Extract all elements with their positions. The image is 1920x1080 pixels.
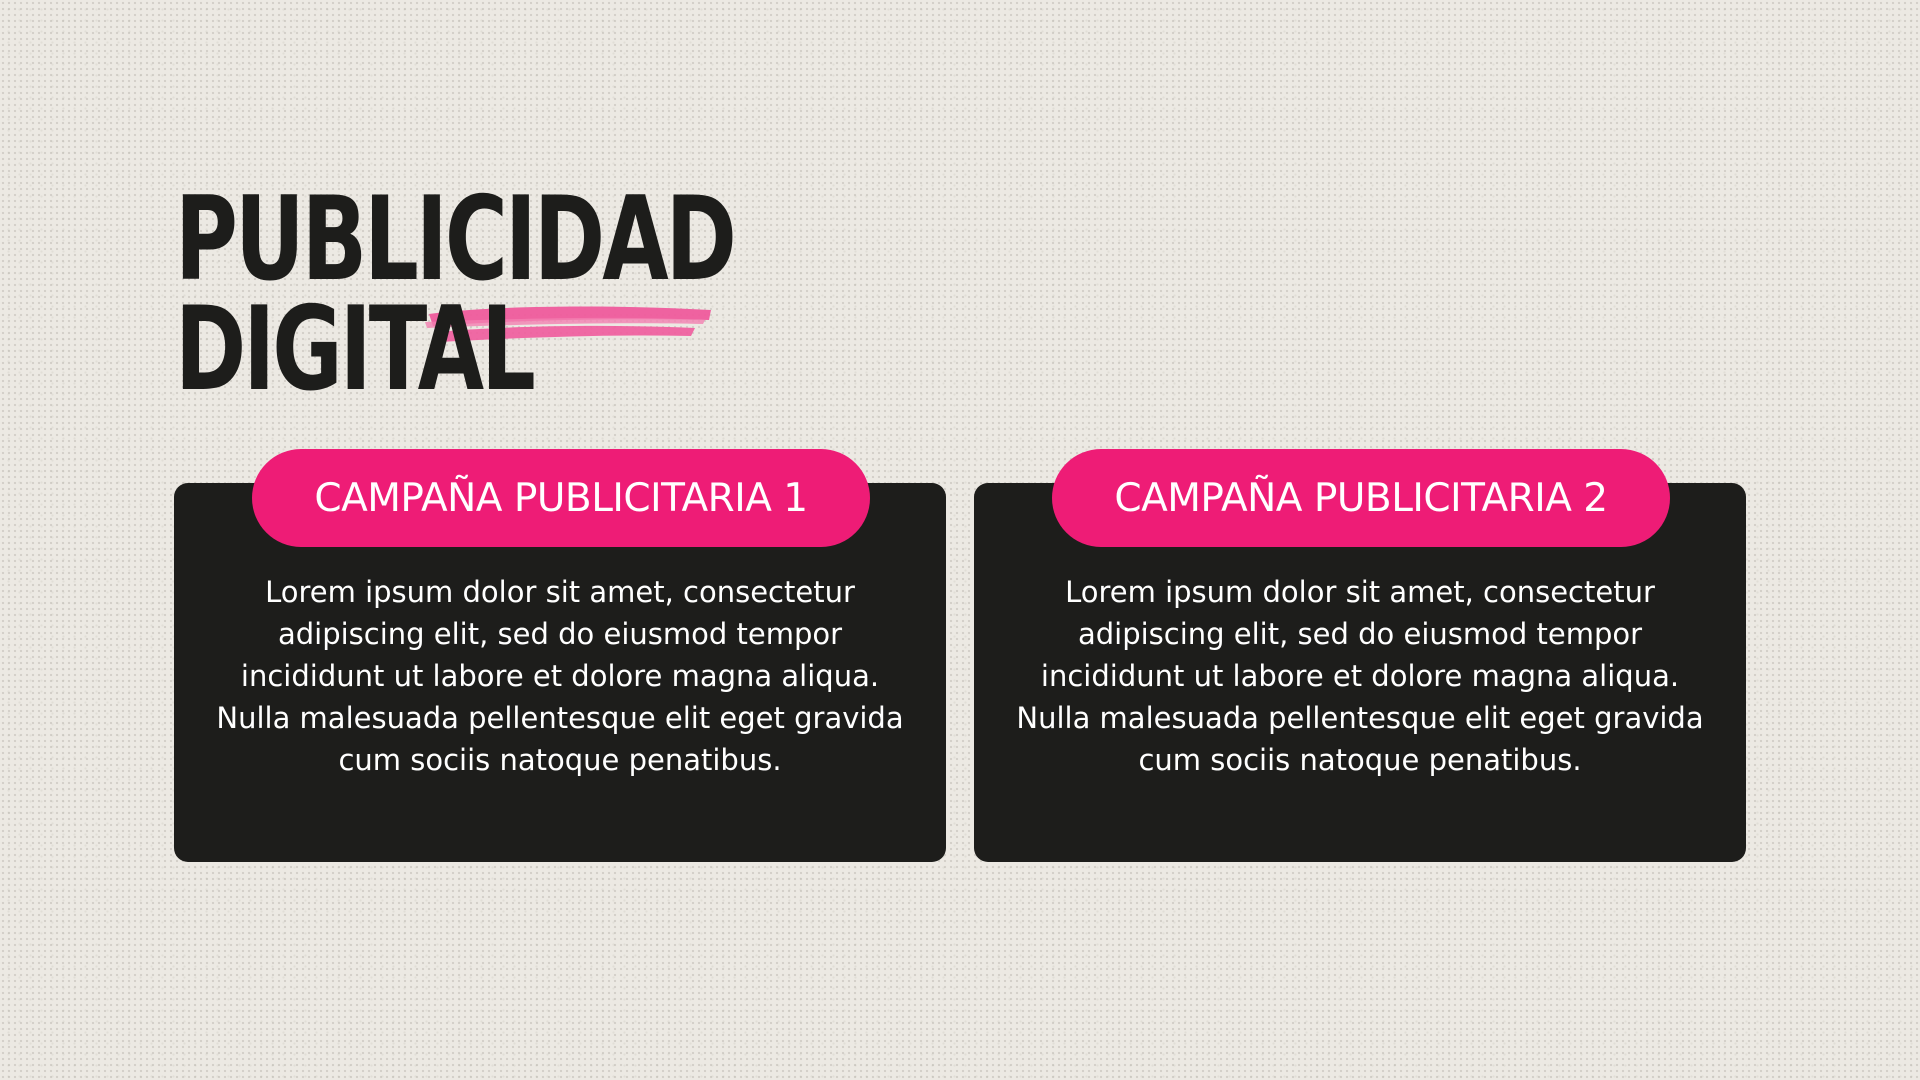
campaign-description-1: Lorem ipsum dolor sit amet, consectetur …: [216, 575, 904, 777]
campaign-description-2: Lorem ipsum dolor sit amet, consectetur …: [1016, 575, 1704, 777]
slide: PUBLICIDAD DIGITAL CAMPAÑA PUBLICITARIA …: [0, 0, 1920, 1080]
campaign-label-2: CAMPAÑA PUBLICITARIA 2: [1052, 449, 1670, 547]
campaign-card-2: CAMPAÑA PUBLICITARIA 2 Lorem ipsum dolor…: [974, 449, 1746, 862]
title-line-2: DIGITAL: [175, 282, 536, 417]
campaign-label-1: CAMPAÑA PUBLICITARIA 1: [252, 449, 870, 547]
campaign-card-1: CAMPAÑA PUBLICITARIA 1 Lorem ipsum dolor…: [174, 449, 946, 862]
title-line-1: PUBLICIDAD: [175, 172, 737, 307]
title-block: PUBLICIDAD DIGITAL: [175, 182, 875, 422]
